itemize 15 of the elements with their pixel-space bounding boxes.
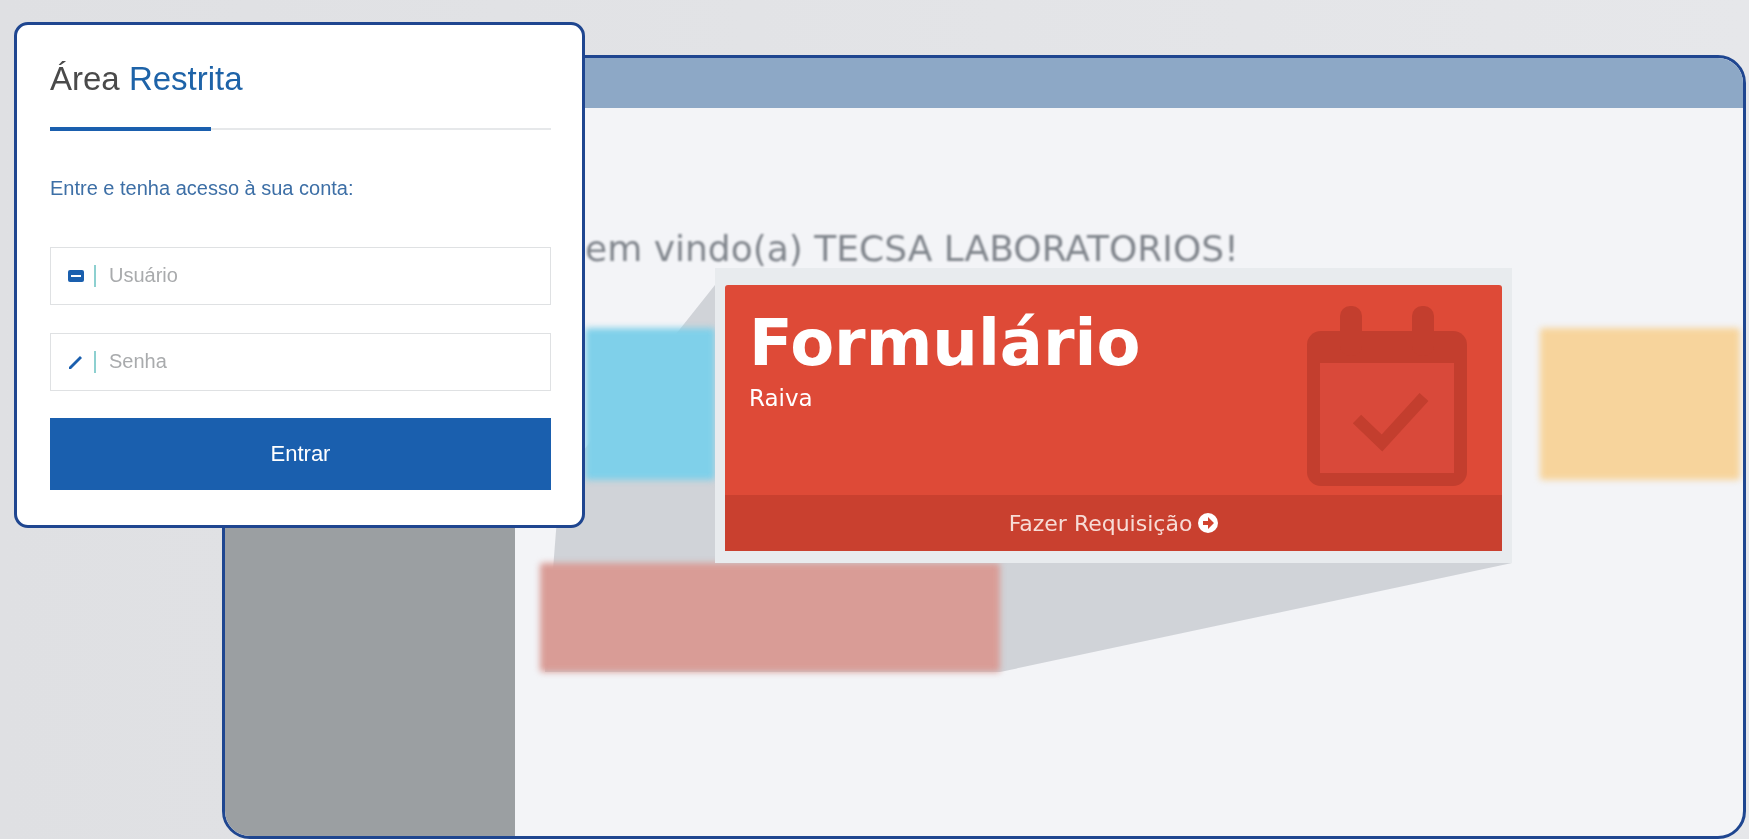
- dashboard-tile[interactable]: [585, 328, 715, 480]
- login-button[interactable]: Entrar: [50, 417, 551, 490]
- username-field[interactable]: Usuário: [50, 246, 551, 305]
- login-instructions: Entre e tenha acesso à sua conta:: [50, 176, 355, 200]
- login-title: Área Restrita: [50, 59, 244, 99]
- pencil-icon: [68, 353, 84, 370]
- welcome-heading: em vindo(a) TECSA LABORATORIOS!: [585, 228, 1240, 269]
- dashboard-tile[interactable]: [1540, 328, 1740, 480]
- arrow-circle-icon: [1198, 513, 1219, 533]
- card-subtitle: Raiva: [749, 384, 814, 411]
- dashboard-tile[interactable]: [540, 563, 1000, 672]
- request-link[interactable]: Fazer Requisição: [1008, 510, 1193, 536]
- card-title: Formulário: [749, 307, 1141, 381]
- password-field[interactable]: Senha: [50, 332, 551, 391]
- form-card[interactable]: Formulário Raiva Fazer Requisição: [725, 285, 1502, 551]
